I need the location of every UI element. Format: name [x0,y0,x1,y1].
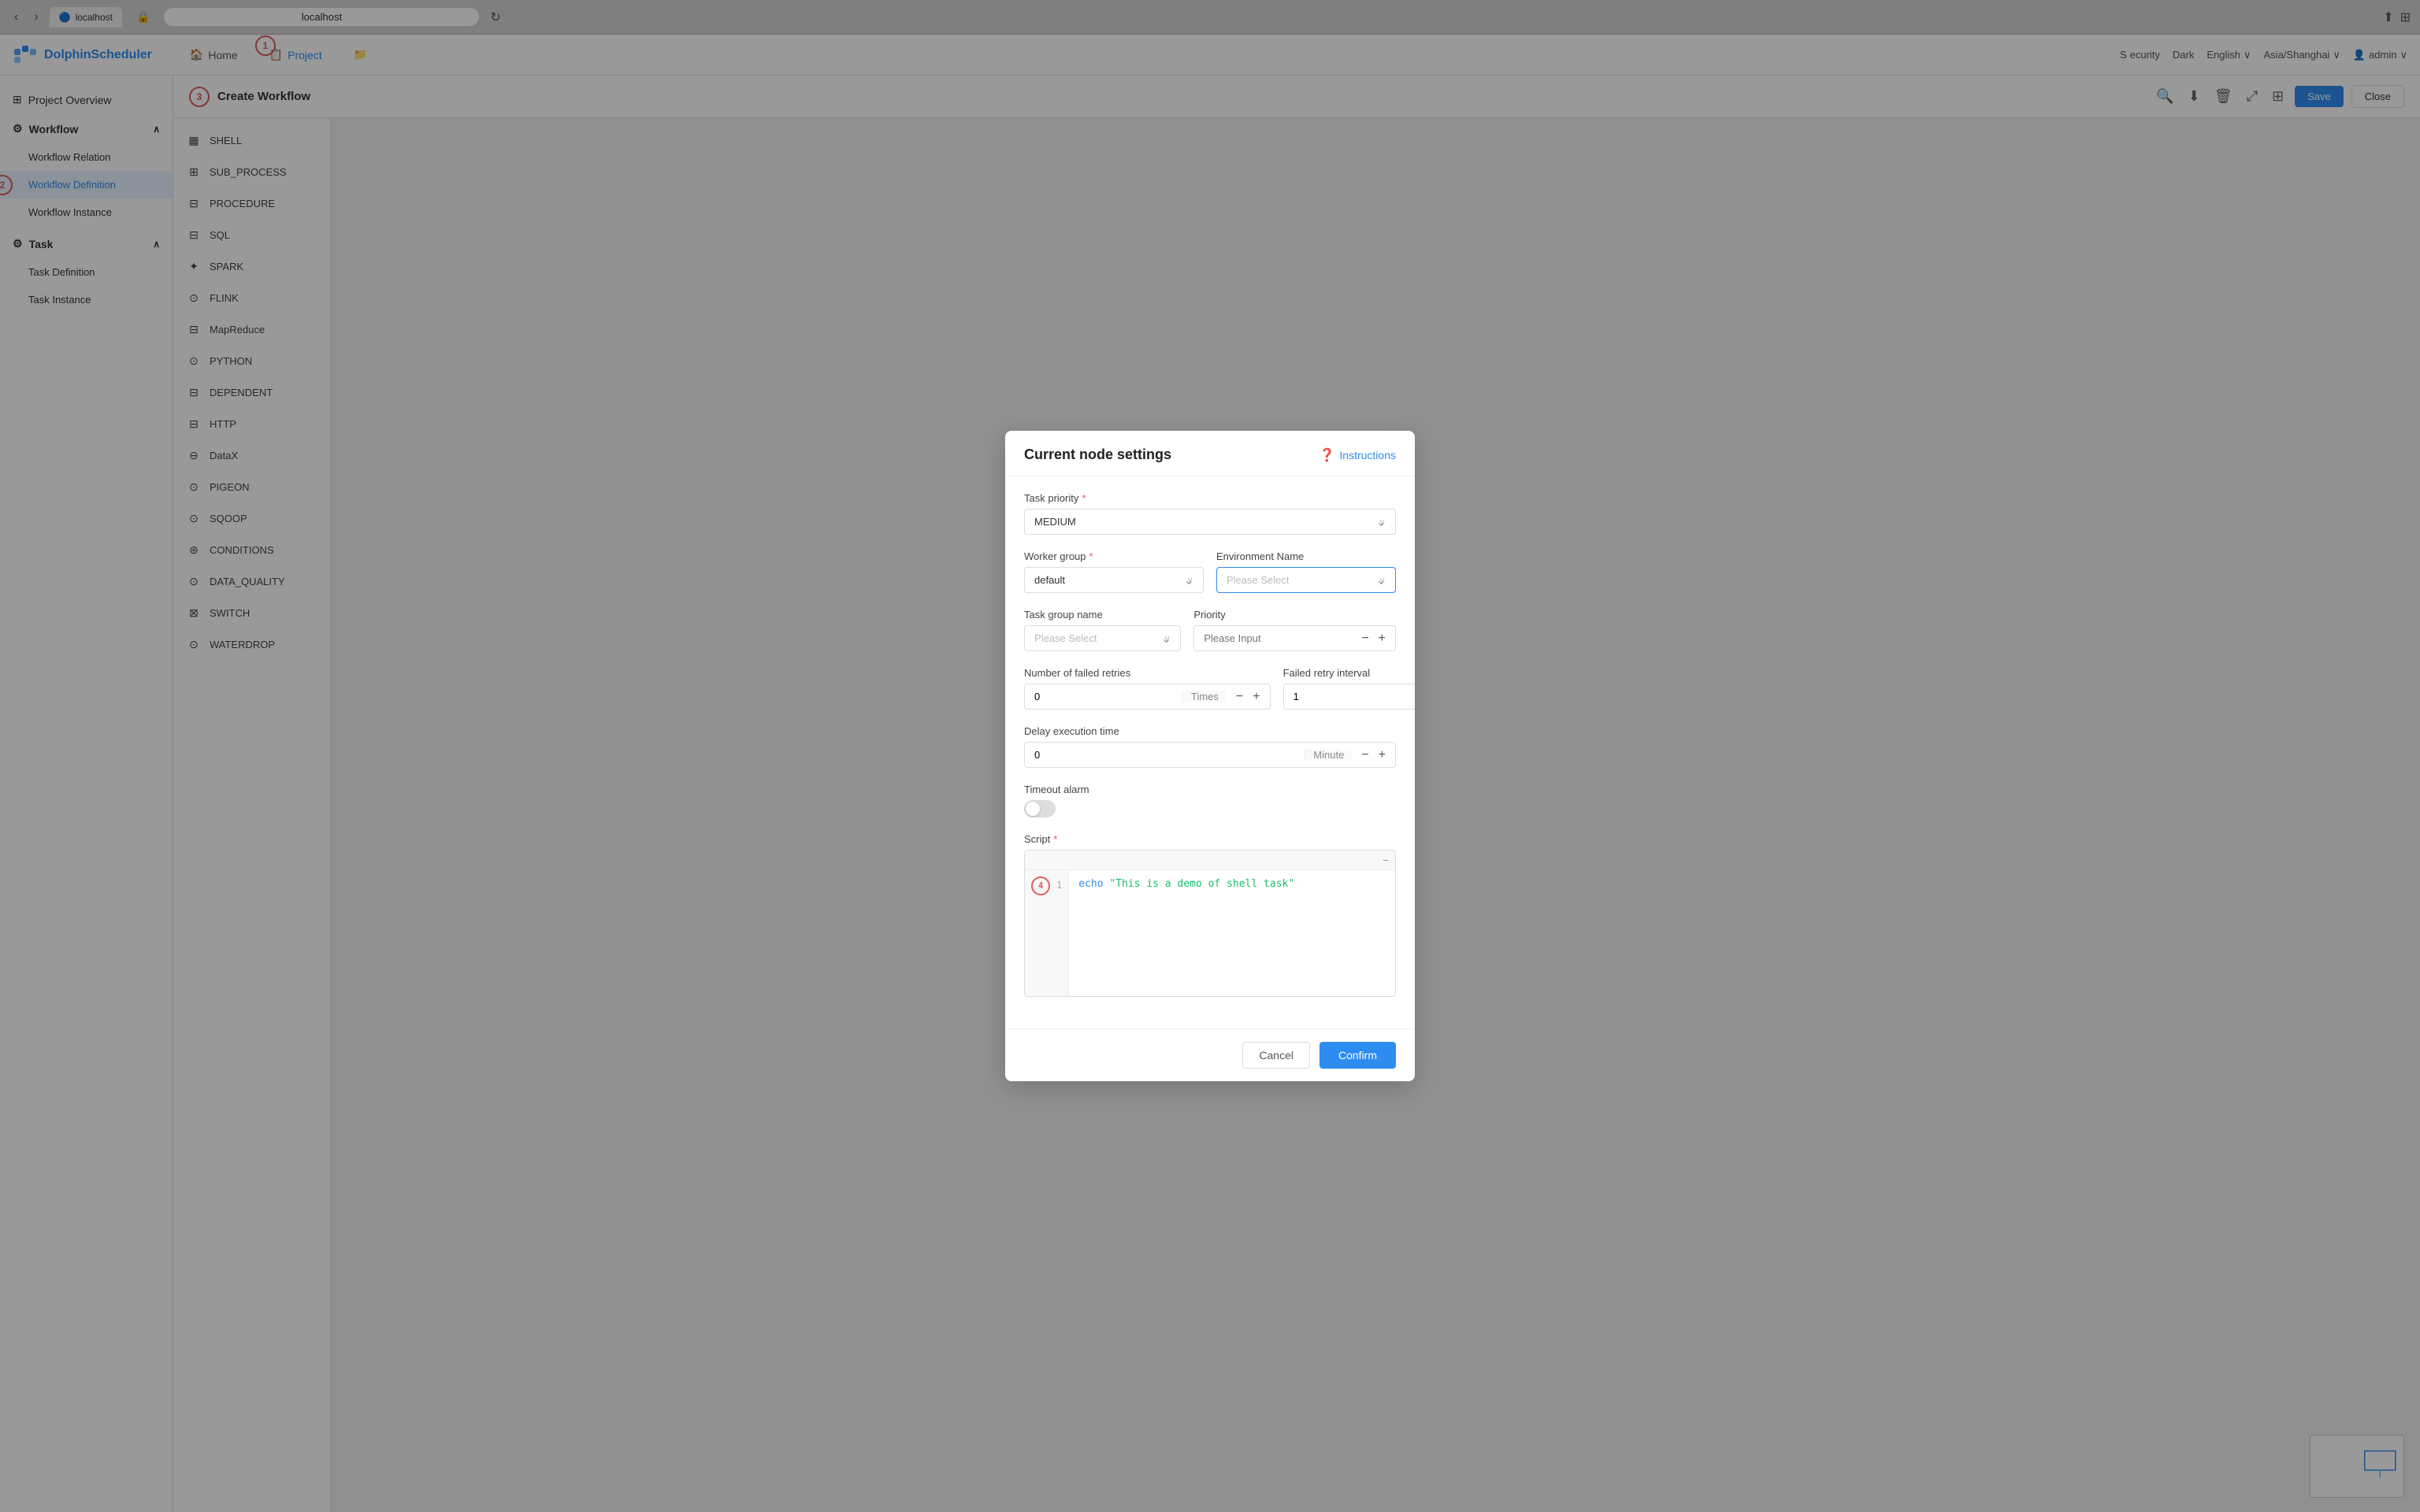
retry-interval-label: Failed retry interval [1283,667,1415,679]
code-command: echo [1078,878,1109,890]
script-area: − 4 1 echo "This is a demo of shell task… [1024,850,1396,997]
script-row: Script * − 4 1 echo "This i [1024,833,1396,997]
priority-col: Priority − + [1193,609,1396,651]
retries-interval-row: Number of failed retries Times − + Faile… [1024,667,1396,710]
priority-input[interactable] [1194,626,1352,650]
cancel-button[interactable]: Cancel [1242,1042,1310,1069]
delay-minus[interactable]: − [1358,749,1371,762]
failed-retries-col: Number of failed retries Times − + [1024,667,1271,710]
delay-plus[interactable]: + [1375,749,1389,762]
worker-group-value: default [1034,574,1065,586]
retry-interval-input[interactable] [1284,684,1415,709]
delay-controls: − + [1352,749,1395,762]
env-name-select-wrapper: Please Select ∨ [1216,567,1396,593]
worker-chevron: ∨ [1186,575,1193,586]
modal-overlay: Current node settings ❓ Instructions Tas… [0,0,2420,1512]
delay-execution-input[interactable] [1025,743,1305,767]
retries-plus[interactable]: + [1249,691,1263,703]
task-group-select[interactable]: Please Select ∨ [1024,625,1181,651]
task-group-chevron: ∨ [1164,633,1171,644]
task-priority-select-wrapper: MEDIUM ∨ [1024,509,1396,535]
task-group-placeholder: Please Select [1034,632,1097,644]
script-code[interactable]: echo "This is a demo of shell task" [1069,870,1395,996]
script-label: Script * [1024,833,1396,845]
env-name-col: Environment Name Please Select ∨ [1216,550,1396,593]
failed-retries-label: Number of failed retries [1024,667,1271,679]
code-string: "This is a demo of shell task" [1109,878,1294,890]
modal-title: Current node settings [1024,447,1171,463]
task-group-priority-row: Task group name Please Select ∨ Priority [1024,609,1396,651]
modal-body: Task priority * MEDIUM ∨ Worker group * [1005,476,1415,1028]
priority-label-field: Priority [1193,609,1396,621]
required-star-worker: * [1089,550,1093,562]
instructions-label: Instructions [1339,449,1396,461]
task-priority-select[interactable]: MEDIUM ∨ [1024,509,1396,535]
env-name-label: Environment Name [1216,550,1396,562]
timeout-alarm-row: Timeout alarm [1024,784,1396,817]
modal-dialog: Current node settings ❓ Instructions Tas… [1005,431,1415,1081]
delay-execution-row: Delay execution time Minute − + [1024,725,1396,768]
required-star-script: * [1053,833,1057,845]
delay-execution-label: Delay execution time [1024,725,1396,737]
confirm-button[interactable]: Confirm [1319,1042,1396,1069]
retries-controls: − + [1227,691,1270,703]
task-priority-row: Task priority * MEDIUM ∨ [1024,492,1396,535]
priority-minus[interactable]: − [1358,632,1371,645]
retry-interval-wrapper: Minute − + [1283,684,1415,710]
environment-name-select[interactable]: Please Select ∨ [1216,567,1396,593]
worker-env-row: Worker group * default ∨ Environment Nam… [1024,550,1396,593]
task-group-col: Task group name Please Select ∨ [1024,609,1181,651]
delay-unit: Minute [1305,749,1352,761]
task-group-select-wrapper: Please Select ∨ [1024,625,1181,651]
priority-controls: − + [1352,632,1395,645]
env-name-placeholder: Please Select [1227,574,1290,586]
task-group-label: Task group name [1024,609,1181,621]
worker-group-select-wrapper: default ∨ [1024,567,1204,593]
help-icon: ❓ [1319,447,1334,463]
retries-minus[interactable]: − [1233,691,1246,703]
priority-plus[interactable]: + [1375,632,1389,645]
modal-footer: Cancel Confirm [1005,1028,1415,1081]
modal-header: Current node settings ❓ Instructions [1005,431,1415,476]
script-header-bar: − [1025,850,1395,870]
task-priority-label: Task priority * [1024,492,1396,504]
delay-execution-wrapper: Minute − + [1024,742,1396,768]
env-chevron: ∨ [1379,575,1386,586]
priority-select-chevron: ∨ [1379,517,1386,528]
worker-group-select[interactable]: default ∨ [1024,567,1204,593]
instructions-link[interactable]: ❓ Instructions [1319,447,1396,463]
worker-group-label: Worker group * [1024,550,1204,562]
timeout-toggle-wrapper [1024,800,1396,817]
retry-interval-col: Failed retry interval Minute − + [1283,667,1415,710]
script-collapse-btn[interactable]: − [1383,854,1389,866]
task-priority-value: MEDIUM [1034,516,1076,528]
priority-input-wrapper: − + [1193,625,1396,651]
required-star-priority: * [1082,492,1086,504]
worker-group-col: Worker group * default ∨ [1024,550,1204,593]
retries-unit: Times [1182,691,1227,702]
annotation-4: 4 [1031,876,1050,895]
failed-retries-wrapper: Times − + [1024,684,1271,710]
timeout-alarm-label: Timeout alarm [1024,784,1396,795]
script-line-numbers: 4 1 [1025,870,1069,996]
timeout-toggle[interactable] [1024,800,1056,817]
failed-retries-input[interactable] [1025,684,1182,709]
script-editor: 4 1 echo "This is a demo of shell task" [1025,870,1395,996]
